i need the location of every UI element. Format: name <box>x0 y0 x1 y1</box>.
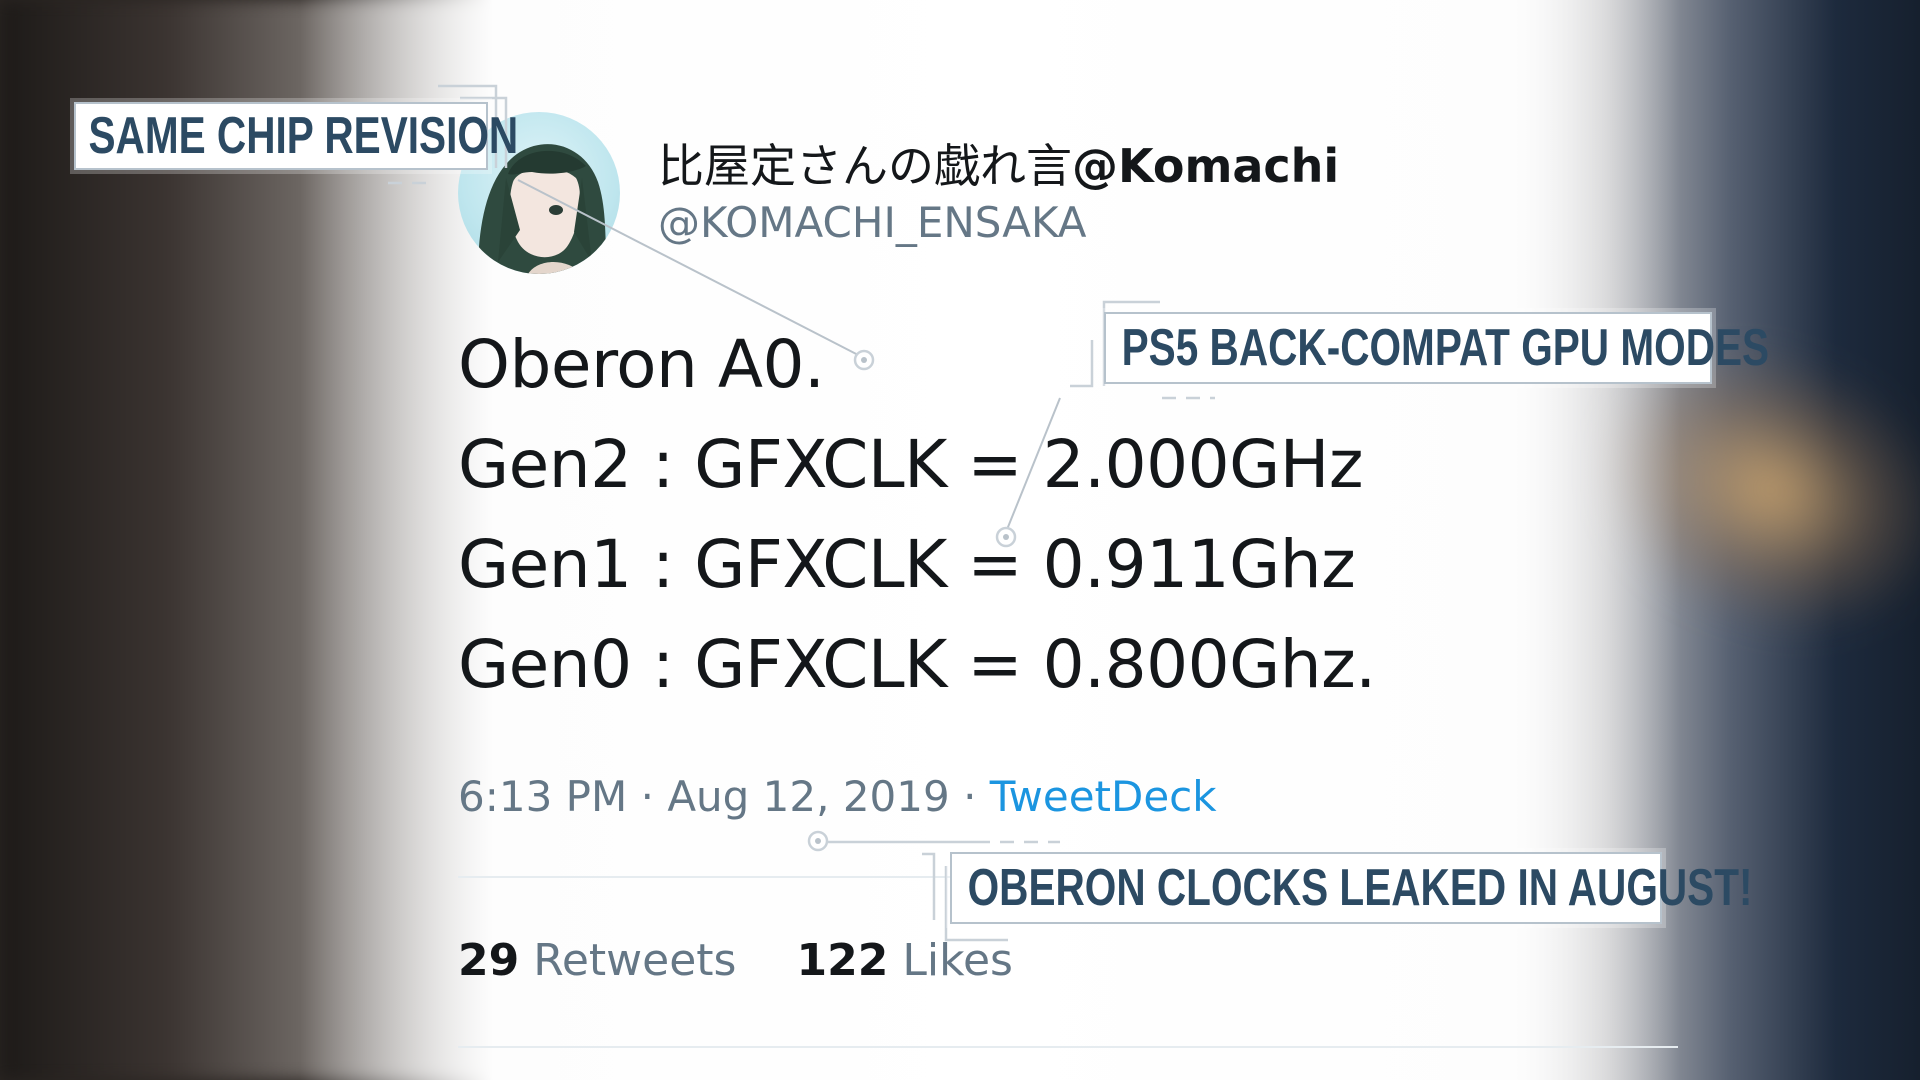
callout-same-chip-revision: SAME CHIP REVISION <box>74 102 519 170</box>
callout-back-compat-gpu-modes: PS5 BACK-COMPAT GPU MODES <box>1104 312 1770 384</box>
callout-text: SAME CHIP REVISION <box>88 107 519 165</box>
callout-leaked-in-august: OBERON CLOCKS LEAKED IN AUGUST! <box>950 852 1753 924</box>
callout-text: OBERON CLOCKS LEAKED IN AUGUST! <box>967 859 1753 917</box>
callout-text: PS5 BACK-COMPAT GPU MODES <box>1121 319 1770 377</box>
